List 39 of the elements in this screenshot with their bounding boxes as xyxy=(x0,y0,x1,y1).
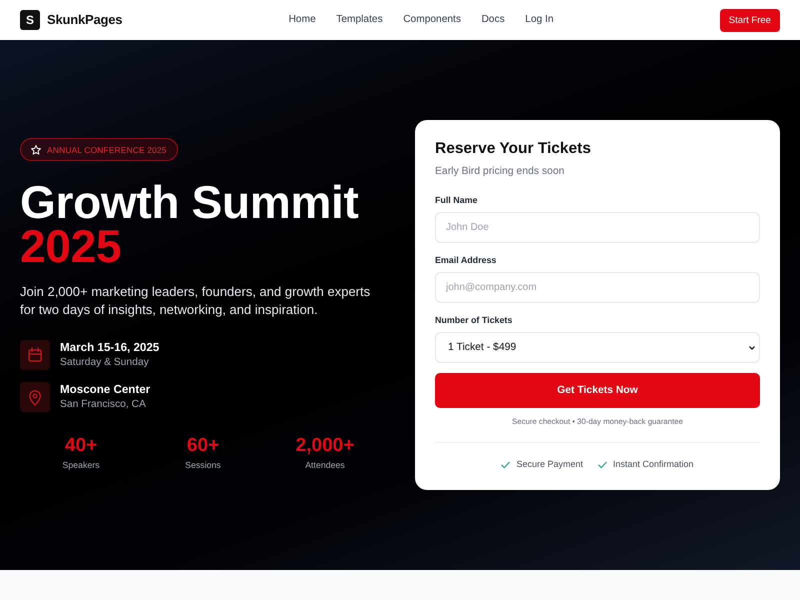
assurance-label: Instant Confirmation xyxy=(613,458,694,472)
nav-link[interactable]: Log In xyxy=(525,12,554,28)
detail-subtitle: San Francisco, CA xyxy=(60,398,147,412)
stat-value: 40+ xyxy=(64,434,98,457)
detail-title: Moscone Center xyxy=(60,382,150,397)
nav-link[interactable]: Components xyxy=(403,12,461,28)
stat-label: Speakers xyxy=(61,458,101,472)
logo-mark[interactable]: S xyxy=(20,10,40,30)
nav-link[interactable]: Templates xyxy=(336,12,383,28)
input-field[interactable]: john@company.com xyxy=(435,272,760,304)
detail-subtitle: Saturday & Sunday xyxy=(60,356,150,370)
check-icon xyxy=(598,461,607,469)
field-label: Number of Tickets xyxy=(435,314,514,326)
ticket-select[interactable]: 1 Ticket - $499 xyxy=(435,332,760,364)
stat-label: Attendees xyxy=(304,458,346,472)
hero-title-year: 2025 xyxy=(20,224,122,268)
badge-label: ANNUAL CONFERENCE 2025 xyxy=(47,146,167,154)
brand-name[interactable]: SkunkPages xyxy=(47,10,122,30)
field-label: Email Address xyxy=(435,254,498,266)
form-title: Reserve Your Tickets xyxy=(435,139,592,160)
nav-link[interactable]: Home xyxy=(288,12,316,28)
star-icon xyxy=(31,144,41,155)
stat-label: Sessions xyxy=(184,458,222,472)
check-icon xyxy=(501,461,510,469)
get-tickets-button[interactable]: Get Tickets Now xyxy=(435,373,760,408)
calendar-icon xyxy=(20,340,50,370)
hero-title: Growth Summit xyxy=(20,180,360,224)
nav-link[interactable]: Docs xyxy=(481,12,505,28)
assurance-label: Secure Payment xyxy=(516,458,583,472)
input-field[interactable]: John Doe xyxy=(435,212,760,244)
field-label: Full Name xyxy=(435,194,478,206)
stat-value: 2,000+ xyxy=(294,434,356,457)
form-subtitle: Early Bird pricing ends soon xyxy=(435,165,566,180)
start-free-button[interactable]: Start Free xyxy=(720,8,780,32)
detail-title: March 15-16, 2025 xyxy=(60,340,160,355)
stat-value: 60+ xyxy=(186,434,220,457)
location-pin-icon xyxy=(20,382,50,412)
caret-icon xyxy=(749,346,755,350)
hero-description: Join 2,000+ marketing leaders, founders, and growth experts for two days of insights, networking, and inspiration. xyxy=(20,282,372,319)
